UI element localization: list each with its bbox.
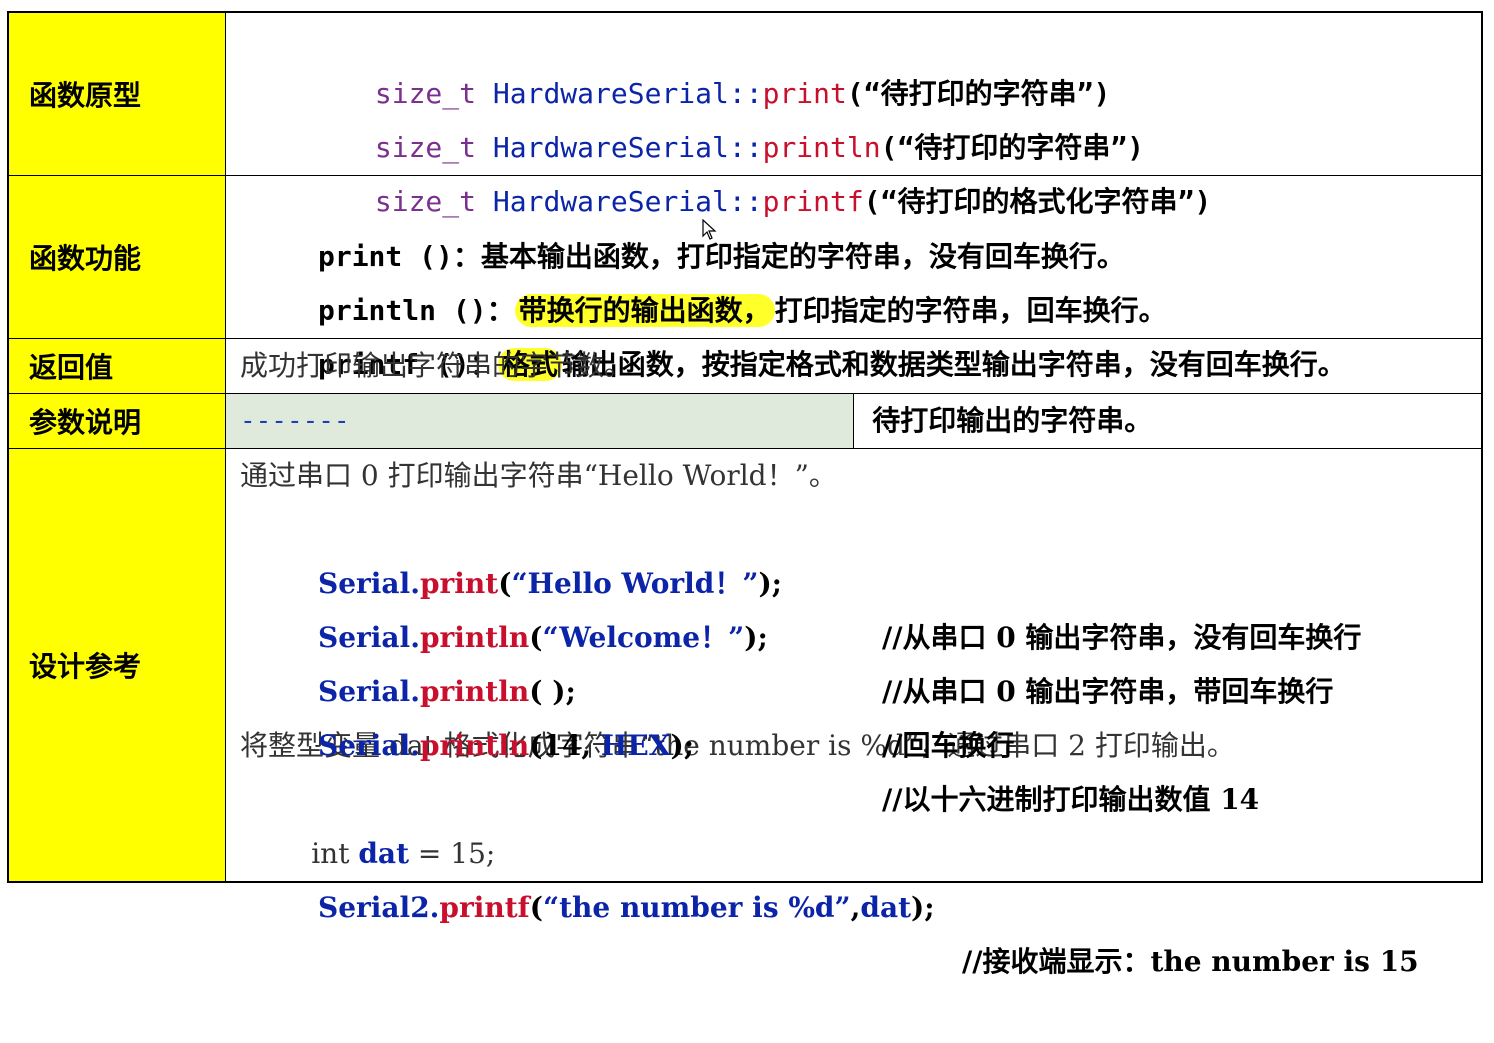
highlight-mark: 带换行的输出函数， [514,294,775,327]
separator: ： [486,294,515,327]
row-params: 参数说明 ------- 待打印输出的字符串。 [7,393,1483,449]
label-function: 函数功能 [7,175,226,339]
code-line-1: Serial.print(“Hello World！”); //从串口 0 输出… [240,503,1481,654]
label-design: 设计参考 [7,448,226,883]
mouse-cursor-icon [702,219,717,240]
comment: //回车换行 [882,729,1015,762]
design-content: 通过串口 0 打印输出字符串“Hello World！”。 Serial.pri… [225,448,1483,978]
code-line-3: Serial.println( ); //回车换行 [240,611,1481,762]
label-params: 参数说明 [7,393,226,449]
arg-token: (“待打印的字符串”) [880,131,1145,164]
code-line-6: Serial2.printf(“the number is %d”,dat); … [240,827,1481,978]
code-token: print () [317,240,453,273]
code-token: println () [317,294,487,327]
param-desc-cell: 待打印输出的字符串。 [853,393,1483,449]
obj-token: Serial. [317,729,420,762]
arg-token: (“待打印的格式化字符串”) [863,185,1212,218]
api-doc-table: 函数原型 size_t HardwareSerial::print(“待打印的字… [7,11,1483,978]
punct: (14, [529,729,601,762]
punct: ); [670,729,695,762]
code-line-2: Serial.println(“Welcome！”); //从串口 0 输出字符… [240,557,1481,708]
fn-token: println [419,729,530,762]
class-token: HardwareSerial:: [492,77,763,110]
prototype-content: size_t HardwareSerial::print(“待打印的字符串”) … [225,11,1483,218]
class-token: HardwareSerial:: [492,185,763,218]
const-token: HEX [600,729,671,762]
param-desc: 待打印输出的字符串。 [872,404,1153,437]
type-token: size_t [374,185,493,218]
obj-token: Serial2. [317,891,440,924]
desc-text: 打印指定的字符串，回车换行。 [774,294,1167,327]
function-token: print [762,77,847,110]
comment: //接收端显示：the number is 15 [962,945,1419,978]
punct: ); [911,891,935,924]
fn-token: printf [439,891,530,924]
class-token: HardwareSerial:: [492,131,763,164]
code-line-5: int dat = 15; [240,773,1481,870]
type-token: size_t [374,77,493,110]
row-design: 设计参考 通过串口 0 打印输出字符串“Hello World！”。 Seria… [7,448,1483,978]
desc-text: ：基本输出函数，打印指定的字符串，没有回车换行。 [452,240,1125,273]
row-prototype: 函数原型 size_t HardwareSerial::print(“待打印的字… [7,11,1483,218]
arg-token: (“待打印的字符串”) [846,77,1111,110]
string-token: “the number is %d” [542,891,851,924]
label-return: 返回值 [7,338,226,394]
label-prototype: 函数原型 [7,11,226,176]
var-token: dat [860,891,912,924]
code-line-4: Serial.println(14, HEX); //以十六进制打印输出数值 1… [240,665,1481,816]
desc-text: 输出函数，按指定格式和数据类型输出字符串，没有回车换行。 [561,348,1346,381]
comment: //以十六进制打印输出数值 14 [882,783,1260,816]
type-token: size_t [374,131,493,164]
punct: ( [529,891,543,924]
punct: , [850,891,861,924]
function-token: printf [762,185,864,218]
function-token: println [762,131,881,164]
prototype-line-print: size_t HardwareSerial::print(“待打印的字符串”) [240,13,1481,110]
param-name-cell: ------- [224,393,855,449]
design-desc-1: 通过串口 0 打印输出字符串“Hello World！”。 [240,459,837,492]
